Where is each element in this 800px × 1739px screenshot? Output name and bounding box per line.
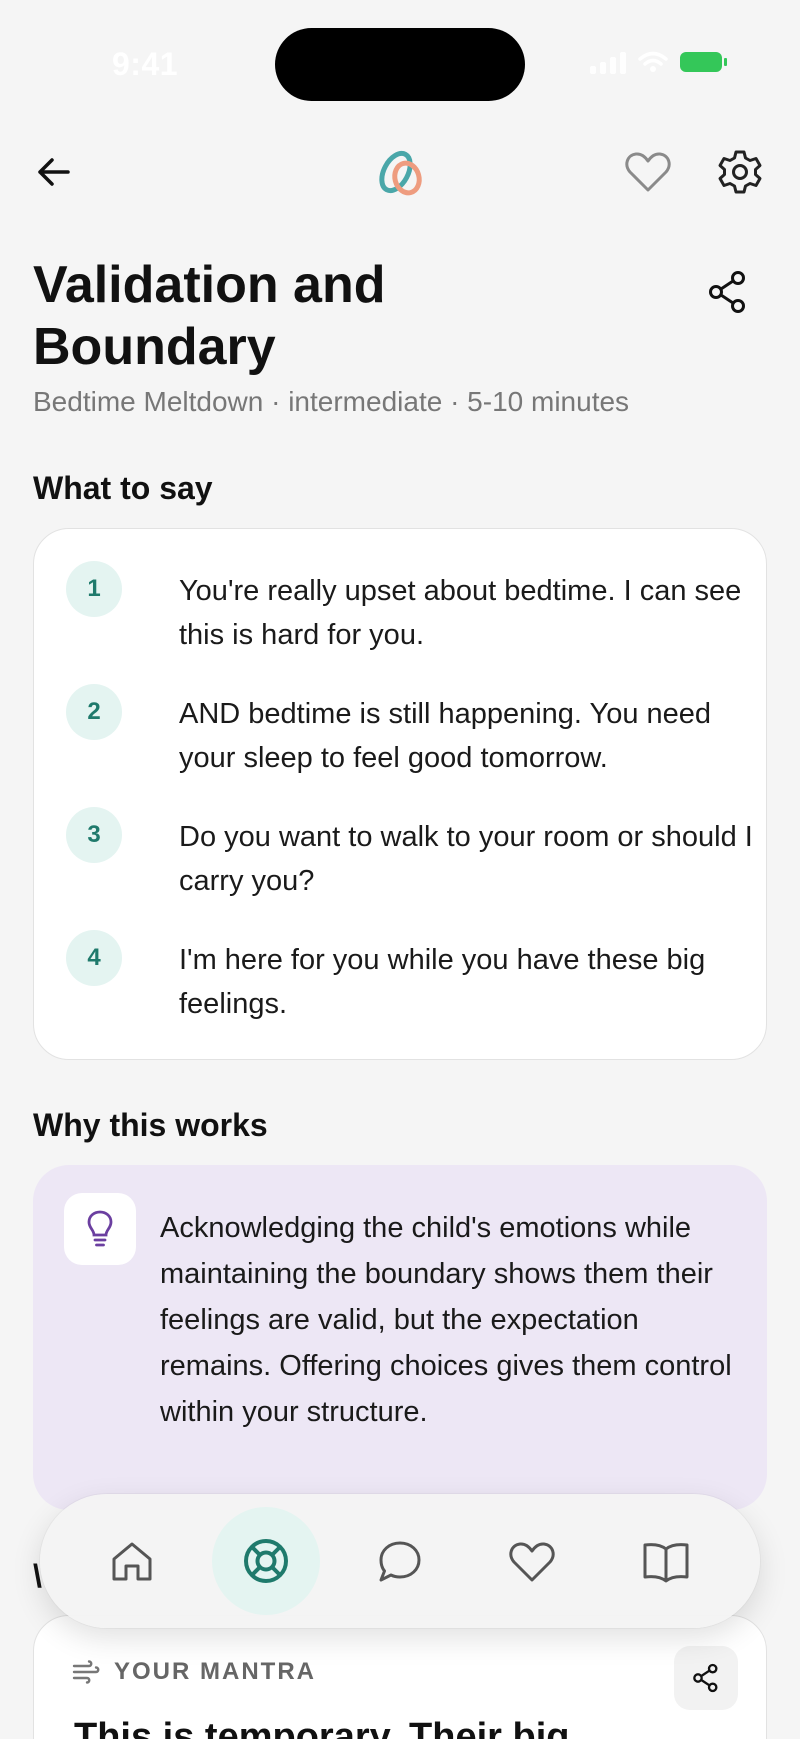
step-text: You're really upset about bedtime. I can… <box>179 575 742 651</box>
why-text: Acknowledging the child's emotions while… <box>160 1212 732 1428</box>
share-icon <box>693 1663 718 1693</box>
wifi-icon <box>638 51 668 72</box>
top-bar <box>0 140 800 204</box>
why-card: Acknowledging the child's emotions while… <box>33 1165 767 1510</box>
tab-bar <box>40 1494 760 1628</box>
gear-icon[interactable] <box>716 148 764 196</box>
home-icon <box>112 1542 152 1581</box>
technique-meta: Bedtime Meltdown · intermediate · 5-10 m… <box>33 386 630 417</box>
tab-home[interactable] <box>84 1514 180 1610</box>
mantra-label: YOUR MANTRA <box>114 1658 316 1685</box>
what-to-say-heading: What to say <box>33 470 213 506</box>
step-text: Do you want to walk to your room or shou… <box>179 821 753 897</box>
status-time: 9:41 <box>112 46 179 82</box>
heart-icon[interactable] <box>624 150 672 194</box>
app-logo <box>379 150 422 196</box>
step-number: 1 <box>66 561 122 617</box>
tab-chat[interactable] <box>352 1514 448 1610</box>
dynamic-island <box>275 28 525 101</box>
book-icon <box>643 1543 689 1583</box>
step-number: 2 <box>66 684 122 740</box>
lightbulb-icon <box>64 1193 136 1265</box>
chat-icon <box>379 1541 421 1582</box>
status-bar: 9:41 <box>0 0 800 110</box>
share-icon[interactable] <box>704 268 752 316</box>
arrow-left-icon[interactable] <box>34 152 74 192</box>
mantra-text: This is temporary. Their big <box>74 1716 570 1739</box>
mantra-card: YOUR MANTRA This is temporary. Their big <box>33 1615 767 1739</box>
what-to-say-card: 1 You're really upset about bedtime. I c… <box>33 528 767 1060</box>
step-text: I'm here for you while you have these bi… <box>179 944 706 1020</box>
step-number: 4 <box>66 930 122 986</box>
wind-icon <box>72 1660 100 1684</box>
step-number: 3 <box>66 807 122 863</box>
step-text: AND bedtime is still happening. You need… <box>179 698 712 774</box>
tab-favorites[interactable] <box>484 1514 580 1610</box>
lifebuoy-icon <box>244 1539 288 1583</box>
status-icons <box>590 50 727 74</box>
mantra-share-button[interactable] <box>674 1646 738 1710</box>
why-heading: Why this works <box>33 1107 268 1143</box>
page-title: Validation and Boundary <box>33 256 386 376</box>
tab-library[interactable] <box>618 1514 714 1610</box>
battery-icon <box>680 52 727 72</box>
signal-icon <box>590 50 626 74</box>
tab-help[interactable] <box>212 1507 320 1615</box>
heart-icon <box>509 1542 555 1582</box>
